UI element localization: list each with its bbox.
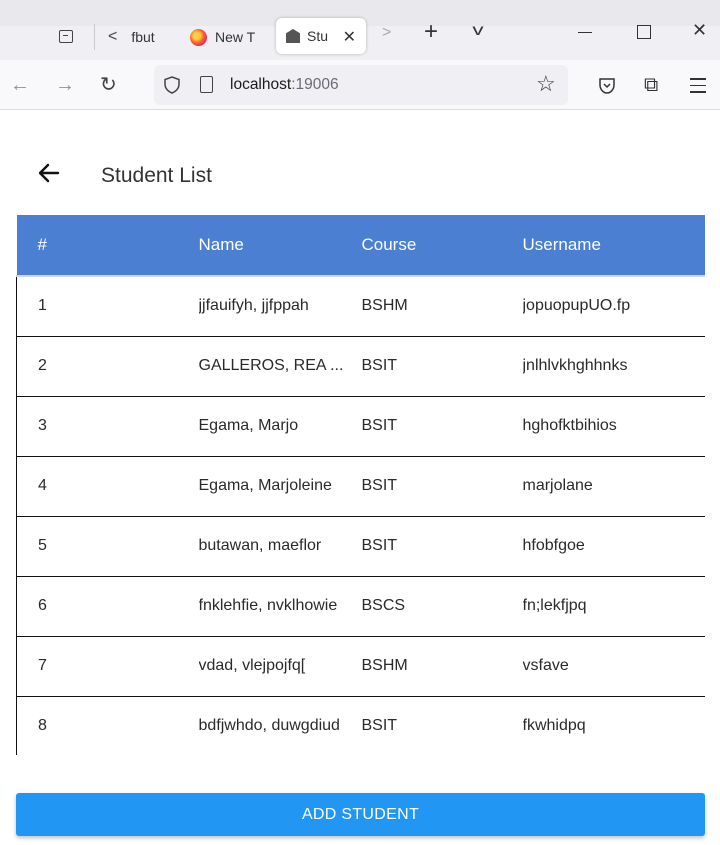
tab-list-button[interactable]: [56, 26, 76, 46]
table-row[interactable]: 5 butawan, maeflor BSIT hfobfgoe: [16, 515, 705, 577]
tab-label: Stu: [307, 28, 329, 44]
chevron-down-icon[interactable]: v: [472, 22, 483, 40]
url-text[interactable]: localhost:19006: [230, 76, 339, 94]
close-tab-icon[interactable]: ✕: [343, 27, 356, 47]
cell-number: 6: [16, 575, 199, 637]
cell-username: fkwhidpq: [522, 695, 705, 755]
cell-number: 2: [16, 335, 199, 397]
page-icon: [200, 76, 213, 93]
cell-name: fnklehfie, nvklhowie: [198, 575, 362, 637]
cell-course: BSIT: [361, 455, 523, 517]
chevron-left-icon: <: [108, 28, 118, 45]
cell-name: butawan, maeflor: [198, 515, 362, 577]
cell-course: BSIT: [361, 515, 523, 577]
cell-number: 5: [16, 515, 199, 577]
page-header: Student List: [0, 150, 720, 202]
firefox-icon: [190, 28, 207, 46]
student-table: # Name Course Username 1 jjfauifyh, jjfp…: [16, 215, 705, 755]
column-header-name: Name: [198, 215, 362, 277]
cell-course: BSIT: [361, 695, 523, 755]
cell-username: vsfave: [522, 635, 705, 697]
cell-number: 3: [16, 395, 199, 457]
cell-username: jopuopupUO.fp: [522, 275, 705, 337]
tab-list-icon: [59, 29, 73, 43]
cell-number: 7: [16, 635, 199, 697]
add-student-button[interactable]: ADD STUDENT: [16, 793, 705, 836]
window-maximize-icon[interactable]: [637, 25, 651, 39]
forward-arrow-icon[interactable]: →: [55, 73, 75, 97]
cell-course: BSHM: [361, 635, 523, 697]
cell-name: GALLEROS, REA ...: [198, 335, 362, 397]
tab-active[interactable]: Stu ✕: [276, 18, 366, 54]
tab-scroll-back[interactable]: < fbut: [108, 20, 168, 54]
table-row[interactable]: 7 vdad, vlejpojfq[ BSHM vsfave: [16, 635, 705, 697]
new-tab-plus-icon[interactable]: +: [424, 18, 438, 46]
cell-name: jjfauifyh, jjfppah: [198, 275, 362, 337]
cell-course: BSCS: [361, 575, 523, 637]
cell-name: Egama, Marjoleine: [198, 455, 362, 517]
page-title: Student List: [101, 164, 212, 187]
cell-number: 8: [16, 695, 199, 755]
browser-nav-bar: ← → ↻ localhost:19006 ☆ ⧉: [0, 60, 720, 110]
window-minimize-icon[interactable]: [578, 32, 592, 34]
extensions-icon[interactable]: ⧉: [644, 74, 658, 97]
url-port: :19006: [291, 76, 339, 93]
table-row[interactable]: 8 bdfjwhdo, duwgdiud BSIT fkwhidpq: [16, 695, 705, 755]
hamburger-menu-icon[interactable]: [690, 78, 706, 98]
cell-number: 4: [16, 455, 199, 517]
cell-username: fn;lekfjpq: [522, 575, 705, 637]
table-row[interactable]: 3 Egama, Marjo BSIT hghofktbihios: [16, 395, 705, 457]
cell-course: BSIT: [361, 335, 523, 397]
cell-name: Egama, Marjo: [198, 395, 362, 457]
pocket-icon[interactable]: [598, 78, 616, 94]
url-host: localhost: [230, 76, 292, 93]
table-header-row: # Name Course Username: [16, 215, 705, 277]
cell-number: 1: [16, 275, 199, 337]
table-row[interactable]: 4 Egama, Marjoleine BSIT marjolane: [16, 455, 705, 517]
tab-new-tab[interactable]: New T: [190, 20, 260, 54]
column-header-course: Course: [361, 215, 523, 277]
reload-icon[interactable]: ↻: [100, 73, 117, 97]
table-row[interactable]: 2 GALLEROS, REA ... BSIT jnlhlvkhghhnks: [16, 335, 705, 397]
table-row[interactable]: 6 fnklehfie, nvklhowie BSCS fn;lekfjpq: [16, 575, 705, 637]
browser-tab-strip: < fbut New T Stu ✕ > + v ✕: [0, 0, 720, 60]
chevron-right-icon[interactable]: >: [382, 24, 391, 42]
url-bar[interactable]: localhost:19006 ☆: [154, 65, 568, 105]
bookmark-star-icon[interactable]: ☆: [536, 71, 556, 97]
tab-separator: [94, 24, 95, 50]
back-arrow-icon[interactable]: ←: [10, 73, 30, 97]
cell-username: hghofktbihios: [522, 395, 705, 457]
column-header-username: Username: [522, 215, 705, 277]
cell-username: jnlhlvkhghhnks: [522, 335, 705, 397]
back-arrow-icon[interactable]: [36, 160, 62, 186]
cell-course: BSHM: [361, 275, 523, 337]
table-row[interactable]: 1 jjfauifyh, jjfppah BSHM jopuopupUO.fp: [16, 275, 705, 337]
tab-label: New T: [215, 29, 256, 45]
cell-username: marjolane: [522, 455, 705, 517]
cell-username: hfobfgoe: [522, 515, 705, 577]
cell-course: BSIT: [361, 395, 523, 457]
shield-icon[interactable]: [164, 76, 180, 94]
cell-name: vdad, vlejpojfq[: [198, 635, 362, 697]
column-header-number: #: [16, 215, 199, 277]
cell-name: bdfjwhdo, duwgdiud: [198, 695, 362, 755]
window-close-icon[interactable]: ✕: [692, 20, 707, 41]
expo-favicon-icon: [286, 29, 300, 43]
student-table-container[interactable]: # Name Course Username 1 jjfauifyh, jjfp…: [16, 215, 705, 755]
tab-label: fbut: [131, 29, 155, 45]
